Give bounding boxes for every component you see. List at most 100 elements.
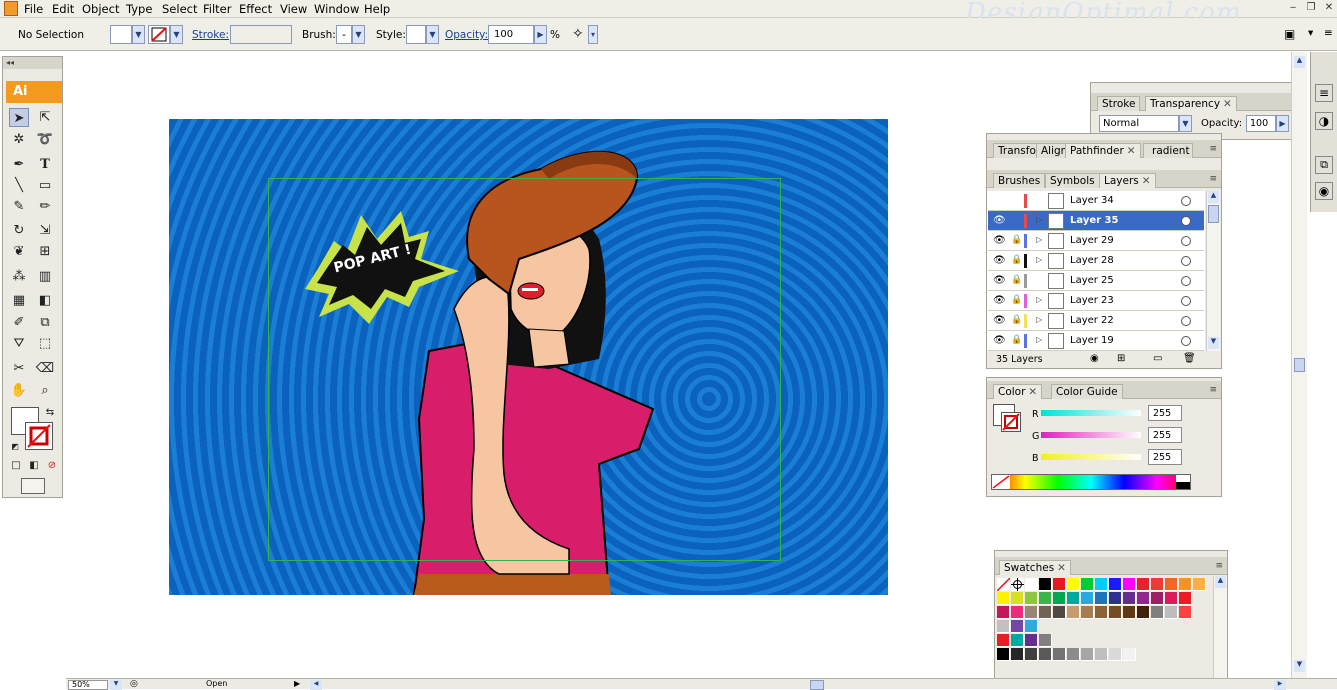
menu-type[interactable]: Type	[126, 2, 152, 16]
scroll-down-icon[interactable]: ▼	[1294, 660, 1305, 672]
color-swatch[interactable]	[1011, 592, 1024, 605]
stroke-swatch[interactable]	[148, 25, 170, 44]
lock-toggle[interactable]	[1011, 215, 1020, 226]
column-graph-tool-icon[interactable]: ▥	[35, 267, 55, 286]
layer-row[interactable]: Layer 34	[988, 191, 1204, 211]
color-swatch[interactable]	[1039, 606, 1052, 619]
tab-symbols[interactable]: Symbols	[1045, 173, 1100, 188]
panel-opacity-field[interactable]: 100	[1246, 115, 1276, 132]
new-layer-icon[interactable]: ▭	[1153, 353, 1162, 364]
stroke-label[interactable]: Stroke:	[192, 29, 229, 41]
style-chevron-icon[interactable]: ▼	[426, 25, 439, 44]
document-setup-icon[interactable]: ▣	[1284, 27, 1295, 41]
color-swatch[interactable]	[1081, 592, 1094, 605]
color-swatch[interactable]	[1095, 606, 1108, 619]
tab-stroke[interactable]: Stroke	[1097, 96, 1141, 111]
layer-name[interactable]: Layer 28	[1070, 255, 1114, 266]
rectangle-tool-icon[interactable]: ▭	[35, 176, 55, 195]
menu-effect[interactable]: Effect	[239, 2, 272, 16]
color-swatch[interactable]	[1039, 648, 1052, 661]
free-transform-tool-icon[interactable]: ⊞	[35, 242, 55, 261]
color-swatch[interactable]	[1067, 648, 1080, 661]
color-swatch[interactable]	[1011, 606, 1024, 619]
color-swatch[interactable]	[1179, 578, 1192, 591]
layer-name[interactable]: Layer 22	[1070, 315, 1114, 326]
menu-view[interactable]: View	[280, 2, 307, 16]
color-swatch[interactable]	[1067, 592, 1080, 605]
color-swatch[interactable]	[1053, 606, 1066, 619]
layers-scrollbar[interactable]: ▲ ▼	[1206, 191, 1220, 351]
white-color-chip[interactable]	[1176, 475, 1190, 482]
channel-g-value[interactable]: 255	[1148, 427, 1182, 443]
live-paint-bucket-tool-icon[interactable]: ⛛	[9, 334, 29, 353]
color-swatch[interactable]	[1137, 592, 1150, 605]
color-swatch[interactable]	[1025, 578, 1038, 591]
panel-menu-icon[interactable]: ≡	[1209, 385, 1217, 395]
color-swatch[interactable]	[1109, 592, 1122, 605]
visibility-toggle[interactable]	[993, 195, 1005, 206]
menu-select[interactable]: Select	[162, 2, 197, 16]
blend-tool-icon[interactable]: ⧉	[35, 313, 55, 332]
rotate-tool-icon[interactable]: ↻	[9, 221, 29, 240]
fill-swatch[interactable]	[110, 25, 132, 44]
panel-menu-icon[interactable]: ≡	[1209, 144, 1217, 154]
registration-swatch-icon[interactable]	[1011, 578, 1024, 591]
gradient-tool-icon[interactable]: ◧	[35, 291, 55, 310]
swap-colors-icon[interactable]: ⇆	[43, 403, 57, 422]
tab-layers[interactable]: Layers ✕	[1099, 173, 1156, 188]
layer-row[interactable]: 👁 🔒 ▷ Layer 28	[988, 251, 1204, 271]
brush-chevron-icon[interactable]: ▼	[352, 25, 365, 44]
status-arrow-icon[interactable]: ▶	[294, 679, 300, 688]
expand-triangle-icon[interactable]: ▷	[1036, 255, 1042, 264]
color-swatch[interactable]	[1025, 592, 1038, 605]
eye-icon[interactable]: 👁	[993, 235, 1006, 246]
minimize-icon[interactable]: ‒	[1286, 2, 1300, 15]
close-icon[interactable]: ✕	[1223, 98, 1232, 110]
fill-dropdown-chevron-icon[interactable]: ▼	[132, 25, 145, 44]
delete-layer-icon[interactable]: 🗑	[1183, 353, 1196, 364]
black-color-chip[interactable]	[1176, 482, 1190, 489]
eye-icon[interactable]: 👁	[993, 295, 1006, 306]
none-swatch-icon[interactable]	[996, 577, 1011, 592]
stroke-panel-icon[interactable]: ≡	[1315, 84, 1333, 102]
stroke-dropdown-chevron-icon[interactable]: ▼	[170, 25, 183, 44]
color-swatch[interactable]	[1081, 578, 1094, 591]
menu-object[interactable]: Object	[82, 2, 119, 16]
color-swatch[interactable]	[1179, 592, 1192, 605]
panel-menu-icon[interactable]: ≡	[1324, 27, 1333, 39]
pen-tool-icon[interactable]: ✒	[9, 155, 29, 174]
style-swatch[interactable]	[406, 25, 426, 44]
target-icon[interactable]	[1181, 316, 1191, 326]
color-swatch[interactable]	[1095, 648, 1108, 661]
expand-triangle-icon[interactable]: ▷	[1036, 235, 1042, 244]
tab-color-guide[interactable]: Color Guide	[1051, 384, 1123, 399]
close-icon[interactable]: ✕	[1057, 562, 1066, 574]
close-icon[interactable]: ✕	[1127, 145, 1136, 157]
color-swatch[interactable]	[1025, 648, 1038, 661]
color-swatch[interactable]	[1109, 578, 1122, 591]
swatches-scrollbar[interactable]: ▲	[1213, 576, 1227, 688]
color-swatch[interactable]	[1039, 592, 1052, 605]
target-icon[interactable]	[1181, 216, 1191, 226]
scroll-up-icon[interactable]: ▲	[1294, 56, 1305, 68]
scroll-down-icon[interactable]: ▼	[1208, 337, 1219, 349]
color-swatch[interactable]	[1165, 578, 1178, 591]
color-swatch[interactable]	[1053, 578, 1066, 591]
color-swatch[interactable]	[1067, 578, 1080, 591]
channel-g-slider[interactable]	[1041, 432, 1141, 438]
tab-gradient[interactable]: radient	[1143, 143, 1193, 158]
layer-name[interactable]: Layer 29	[1070, 235, 1114, 246]
color-swatch[interactable]	[997, 606, 1010, 619]
isolate-icon[interactable]: ✧	[572, 26, 584, 42]
menu-edit[interactable]: Edit	[52, 2, 74, 16]
color-swatch[interactable]	[997, 634, 1010, 647]
color-swatch[interactable]	[1165, 606, 1178, 619]
layer-name[interactable]: Layer 19	[1070, 335, 1114, 346]
control-bar-menu-icon[interactable]: ▾	[1308, 27, 1313, 39]
eye-icon[interactable]: 👁	[993, 335, 1006, 346]
color-swatch[interactable]	[1053, 592, 1066, 605]
lock-icon[interactable]: 🔒	[1011, 275, 1022, 286]
menu-filter[interactable]: Filter	[203, 2, 231, 16]
blend-mode-chevron-icon[interactable]: ▼	[1179, 115, 1192, 132]
scroll-up-icon[interactable]: ▲	[1208, 191, 1219, 203]
